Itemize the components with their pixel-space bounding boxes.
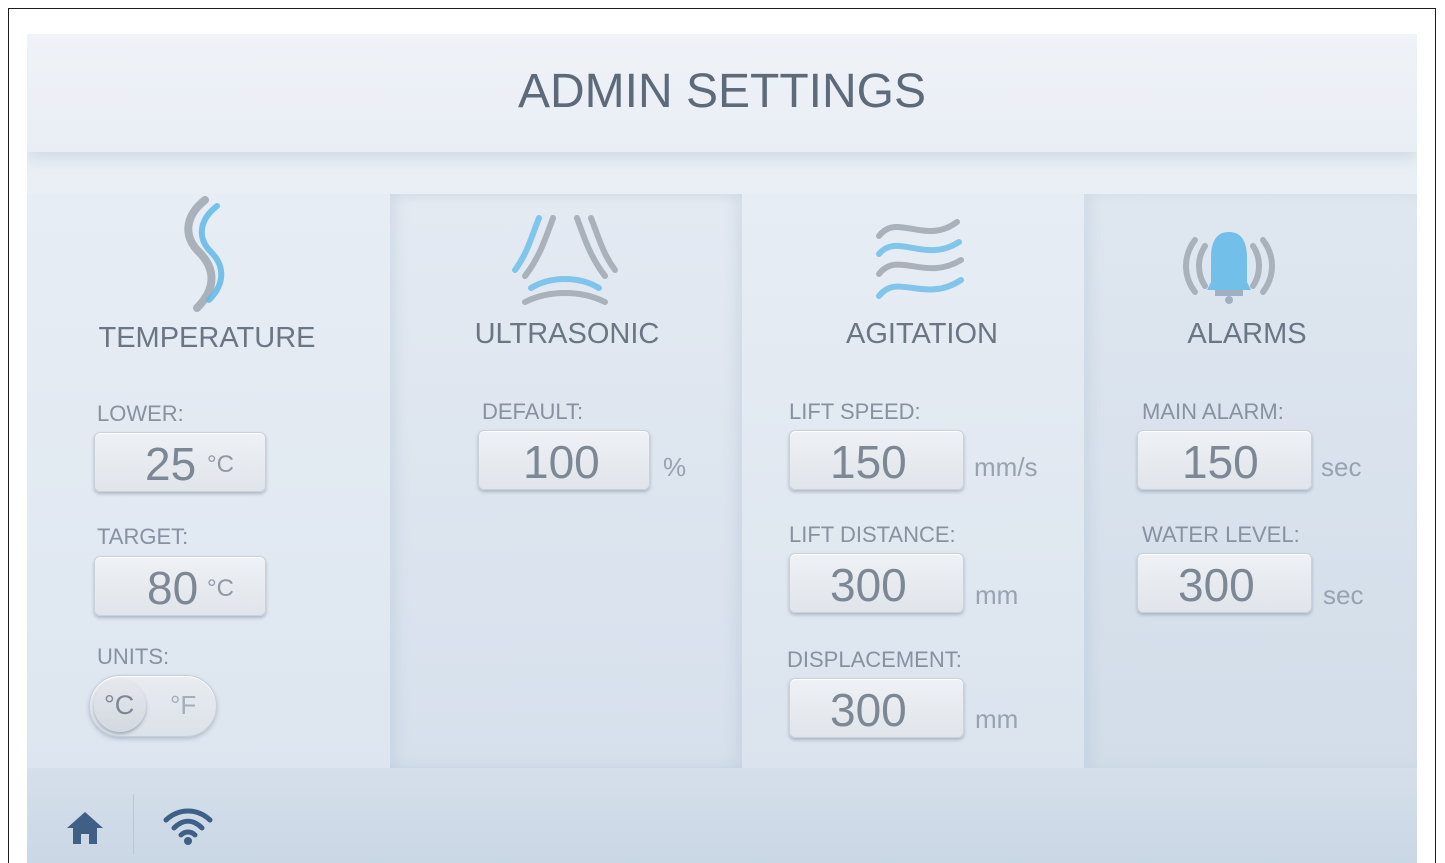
target-label: TARGET: bbox=[97, 524, 189, 549]
agitation-title: AGITATION bbox=[846, 318, 998, 350]
displacement-unit: mm bbox=[975, 704, 1019, 734]
ultrasonic-default-value: 100 bbox=[523, 436, 600, 488]
temperature-title: TEMPERATURE bbox=[98, 322, 316, 354]
celsius-option[interactable]: °C bbox=[104, 690, 134, 721]
lift-speed-label: LIFT SPEED: bbox=[789, 399, 921, 424]
bell-icon bbox=[1183, 232, 1275, 304]
lift-distance-unit: mm bbox=[975, 580, 1019, 610]
lower-label: LOWER: bbox=[97, 401, 184, 426]
admin-settings-screen: ADMIN SETTINGS TEMPERATURE LOWER: 25 °C … bbox=[27, 34, 1417, 863]
alarms-title: ALARMS bbox=[1187, 318, 1307, 350]
ultrasonic-waves-icon bbox=[512, 215, 618, 305]
main-alarm-value: 150 bbox=[1182, 436, 1259, 488]
home-icon[interactable] bbox=[65, 810, 105, 846]
lower-temp-field[interactable]: 25 °C bbox=[94, 432, 266, 492]
footer-divider bbox=[133, 794, 134, 854]
ultrasonic-default-unit: % bbox=[663, 452, 687, 482]
water-level-value: 300 bbox=[1178, 559, 1255, 611]
lower-temp-value: 25 bbox=[145, 438, 197, 490]
water-level-unit: sec bbox=[1323, 580, 1364, 610]
displacement-field[interactable]: 300 bbox=[789, 678, 964, 738]
lift-speed-value: 150 bbox=[830, 436, 907, 488]
lift-distance-field[interactable]: 300 bbox=[789, 553, 964, 613]
lift-speed-unit: mm/s bbox=[974, 452, 1038, 482]
header: ADMIN SETTINGS bbox=[27, 34, 1417, 152]
main-alarm-unit: sec bbox=[1321, 452, 1362, 482]
main-alarm-field[interactable]: 150 bbox=[1137, 430, 1312, 490]
lower-temp-unit: °C bbox=[207, 451, 234, 478]
page-title: ADMIN SETTINGS bbox=[517, 65, 927, 118]
water-level-label: WATER LEVEL: bbox=[1142, 522, 1300, 547]
ultrasonic-title: ULTRASONIC bbox=[474, 318, 660, 350]
displacement-label: DISPLACEMENT: bbox=[787, 647, 962, 672]
wifi-icon[interactable] bbox=[163, 806, 213, 846]
main-alarm-label: MAIN ALARM: bbox=[1142, 399, 1284, 424]
units-toggle[interactable]: °C °F bbox=[89, 675, 217, 737]
fahrenheit-option[interactable]: °F bbox=[170, 690, 196, 721]
displacement-value: 300 bbox=[830, 684, 907, 736]
temperature-wave-icon bbox=[184, 196, 225, 312]
units-label: UNITS: bbox=[97, 644, 170, 669]
footer-bar bbox=[27, 768, 1417, 863]
lift-speed-field[interactable]: 150 bbox=[789, 430, 964, 490]
target-temp-unit: °C bbox=[207, 575, 234, 602]
target-temp-value: 80 bbox=[147, 562, 199, 614]
ultrasonic-default-field[interactable]: 100 bbox=[478, 430, 650, 490]
lift-distance-label: LIFT DISTANCE: bbox=[789, 522, 956, 547]
default-label: DEFAULT: bbox=[482, 399, 584, 424]
target-temp-field[interactable]: 80 °C bbox=[94, 556, 266, 616]
lift-distance-value: 300 bbox=[830, 559, 907, 611]
water-level-field[interactable]: 300 bbox=[1137, 553, 1312, 613]
agitation-waves-icon bbox=[876, 219, 964, 299]
